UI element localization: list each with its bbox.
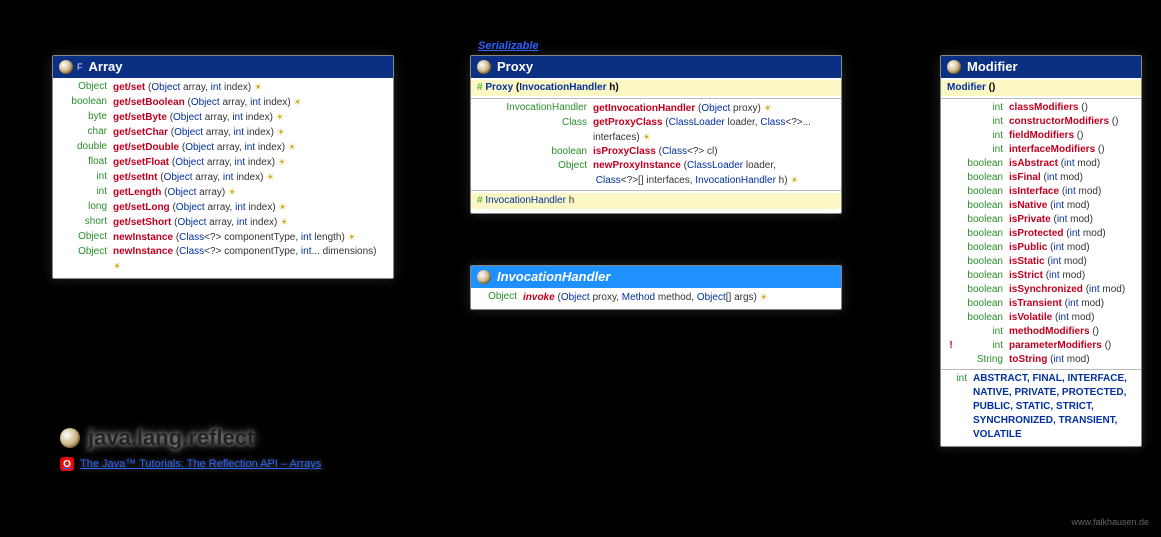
interface-icon (477, 270, 491, 284)
constants-list: ABSTRACT, FINAL, INTERFACE, NATIVE, PRIV… (973, 372, 1135, 442)
method-row: ClassgetProxyClass (ClassLoader loader, … (477, 116, 835, 145)
method-row: booleanisStrict (int mod) (947, 269, 1135, 283)
tutorial-link[interactable]: O The Java™ Tutorials: The Reflection AP… (60, 457, 321, 471)
class-proxy-header: Proxy (471, 56, 841, 78)
interface-invh-header: InvocationHandler (471, 266, 841, 288)
method-row: booleanisFinal (int mod) (947, 171, 1135, 185)
interface-invocationhandler: InvocationHandler Objectinvoke (Object p… (470, 265, 842, 310)
method-row: ObjectnewInstance (Class<?> componentTyp… (59, 245, 387, 274)
class-modifier-body: Modifier () intclassModifiers ()intconst… (941, 78, 1141, 446)
package-title: java.lang.reflect (60, 425, 321, 451)
method-row: intmethodModifiers () (947, 325, 1135, 339)
method-row: intfieldModifiers () (947, 129, 1135, 143)
method-row: charget/setChar (Object array, int index… (59, 125, 387, 140)
method-row: booleanisProtected (int mod) (947, 227, 1135, 241)
method-row: booleanisTransient (int mod) (947, 297, 1135, 311)
class-proxy: Proxy # Proxy (InvocationHandler h) Invo… (470, 55, 842, 214)
method-row: intclassModifiers () (947, 101, 1135, 115)
method-row: intget/setInt (Object array, int index) … (59, 170, 387, 185)
method-row: longget/setLong (Object array, int index… (59, 200, 387, 215)
proxy-field-h: # InvocationHandler h (471, 193, 841, 209)
class-modifier-header: Modifier (941, 56, 1141, 78)
method-row: booleanisVolatile (int mod) (947, 311, 1135, 325)
class-modifier-title: Modifier (967, 59, 1018, 74)
modifier-constants: int ABSTRACT, FINAL, INTERFACE, NATIVE, … (947, 372, 1135, 442)
method-row: booleanisPublic (int mod) (947, 241, 1135, 255)
method-row: doubleget/setDouble (Object array, int i… (59, 140, 387, 155)
method-row: booleanisInterface (int mod) (947, 185, 1135, 199)
tutorial-link-label: The Java™ Tutorials: The Reflection API … (80, 458, 321, 470)
class-modifier: Modifier Modifier () intclassModifiers (… (940, 55, 1142, 447)
modifier-constructor: Modifier () (941, 80, 1141, 96)
package-footer: java.lang.reflect O The Java™ Tutorials:… (60, 425, 321, 471)
class-icon (477, 60, 491, 74)
method-row: intconstructorModifiers () (947, 115, 1135, 129)
method-row: byteget/setByte (Object array, int index… (59, 110, 387, 125)
class-array-body: Objectget/set (Object array, int index) … (53, 78, 393, 278)
class-icon (947, 60, 961, 74)
class-array-title: Array (89, 59, 123, 74)
proxy-constructor: # Proxy (InvocationHandler h) (471, 80, 841, 96)
method-row: InvocationHandlergetInvocationHandler (O… (477, 101, 835, 116)
method-row: intgetLength (Object array) ☀ (59, 185, 387, 200)
method-row: booleanisNative (int mod) (947, 199, 1135, 213)
serializable-label: Serializable (478, 40, 539, 52)
class-icon (59, 60, 73, 74)
watermark: www.falkhausen.de (1071, 517, 1149, 527)
method-row: booleanisAbstract (int mod) (947, 157, 1135, 171)
oracle-icon: O (60, 457, 74, 471)
package-name: java.lang.reflect (88, 425, 254, 451)
package-icon (60, 428, 80, 448)
method-row: shortget/setShort (Object array, int ind… (59, 215, 387, 230)
interface-invh-title: InvocationHandler (497, 269, 610, 284)
class-proxy-title: Proxy (497, 59, 533, 74)
final-mark: F (77, 62, 83, 72)
interface-invh-body: Objectinvoke (Object proxy, Method metho… (471, 288, 841, 309)
method-row: booleanisSynchronized (int mod) (947, 283, 1135, 297)
method-row: !intparameterModifiers () (947, 339, 1135, 353)
method-row: Objectget/set (Object array, int index) … (59, 80, 387, 95)
method-row: ObjectnewProxyInstance (ClassLoader load… (477, 159, 835, 188)
method-row: booleanisProxyClass (Class<?> cl) (477, 145, 835, 159)
class-array: F Array Objectget/set (Object array, int… (52, 55, 394, 279)
method-row: intinterfaceModifiers () (947, 143, 1135, 157)
class-proxy-body: # Proxy (InvocationHandler h) Invocation… (471, 78, 841, 213)
class-array-header: F Array (53, 56, 393, 78)
method-row: Objectinvoke (Object proxy, Method metho… (477, 290, 835, 305)
method-row: booleanget/setBoolean (Object array, int… (59, 95, 387, 110)
method-row: StringtoString (int mod) (947, 353, 1135, 367)
method-row: booleanisPrivate (int mod) (947, 213, 1135, 227)
method-row: ObjectnewInstance (Class<?> componentTyp… (59, 230, 387, 245)
method-row: booleanisStatic (int mod) (947, 255, 1135, 269)
method-row: floatget/setFloat (Object array, int ind… (59, 155, 387, 170)
constants-type: int (947, 372, 967, 442)
